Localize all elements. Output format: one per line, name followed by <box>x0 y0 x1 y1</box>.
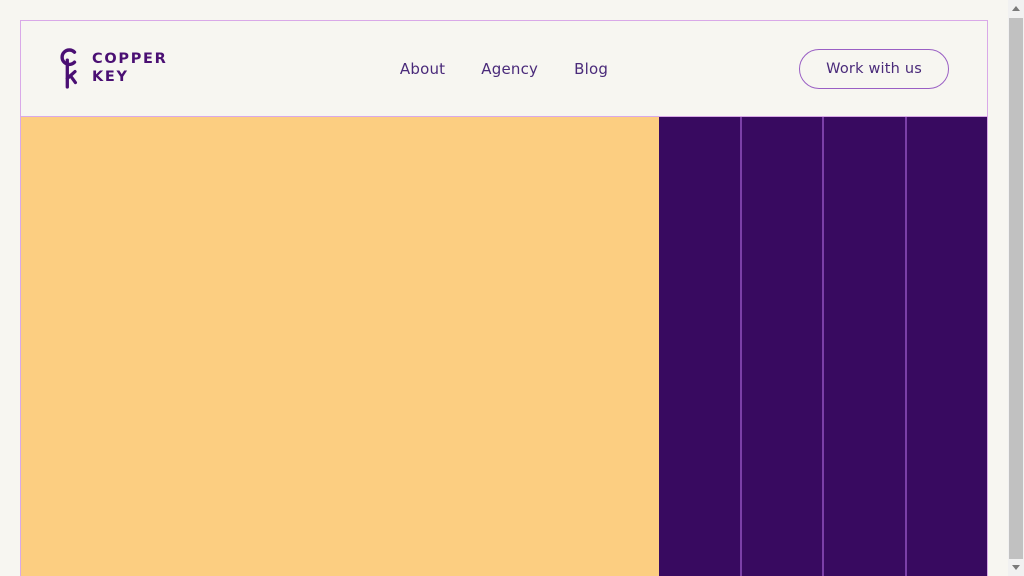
vertical-scrollbar[interactable] <box>1008 0 1024 576</box>
nav-link-agency[interactable]: Agency <box>481 60 538 78</box>
site-frame: COPPER KEY About Agency Blog Work with u… <box>20 20 988 576</box>
key-icon <box>56 47 80 91</box>
nav-link-blog[interactable]: Blog <box>574 60 608 78</box>
nav-link-about[interactable]: About <box>400 60 445 78</box>
scroll-down-button[interactable] <box>1008 559 1024 576</box>
hero-column-3 <box>822 117 905 576</box>
scrollbar-thumb[interactable] <box>1009 18 1023 563</box>
hero-column-2 <box>739 117 823 576</box>
brand-logo[interactable]: COPPER KEY <box>56 47 168 91</box>
caret-down-icon <box>1012 565 1020 570</box>
work-with-us-button[interactable]: Work with us <box>799 48 949 89</box>
site-header: COPPER KEY About Agency Blog Work with u… <box>21 21 987 117</box>
brand-line-1: COPPER <box>92 51 168 68</box>
caret-up-icon <box>1012 6 1020 11</box>
scroll-up-button[interactable] <box>1008 0 1024 17</box>
hero-column-1 <box>659 117 740 576</box>
browser-viewport: COPPER KEY About Agency Blog Work with u… <box>0 0 1008 576</box>
hero-column-4 <box>904 117 988 576</box>
hero-section <box>21 117 987 576</box>
hero-right-panel <box>659 117 987 576</box>
primary-navigation: About Agency Blog <box>400 60 608 78</box>
hero-left-panel <box>21 117 659 576</box>
brand-wordmark: COPPER KEY <box>92 51 168 85</box>
brand-line-2: KEY <box>92 68 129 85</box>
